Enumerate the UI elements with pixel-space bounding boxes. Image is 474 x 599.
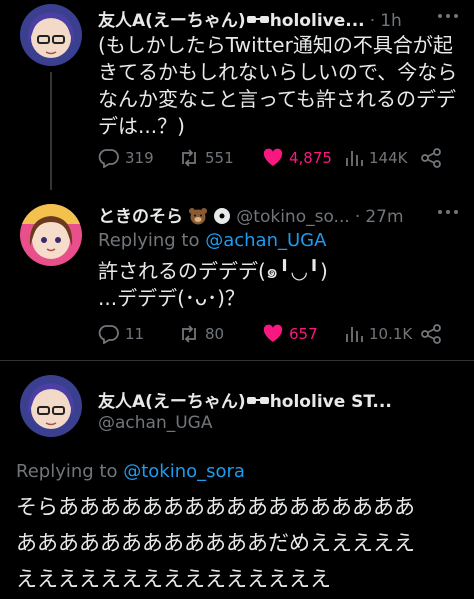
retweet-icon [182, 149, 196, 167]
views-icon [346, 327, 363, 342]
thread-line [50, 72, 52, 190]
tweet-1[interactable]: 友人A(えーちゃん) hololive... · 1h (もしかしたらTwitte… [0, 0, 474, 190]
disc-emoji [213, 207, 231, 229]
display-name[interactable]: 友人A(えーちゃん) [98, 11, 246, 31]
tweet-header: 友人A(えーちゃん) hololive... · 1h [98, 11, 402, 31]
retweet-count: 80 [205, 325, 225, 343]
heart-icon [263, 324, 283, 342]
more-options-icon[interactable] [436, 6, 460, 30]
heart-icon [263, 148, 283, 166]
share-button[interactable] [420, 324, 442, 344]
avatar-achan-1[interactable] [20, 4, 82, 66]
reply-icon [98, 149, 119, 168]
reply-count: 11 [125, 325, 145, 343]
bear-emoji [188, 207, 208, 229]
handle-row: @achan_UGA [98, 413, 468, 433]
sunglasses-emoji [246, 393, 270, 412]
tweet-text: (もしかしたらTwitter通知の不具合が起 きてるかもしれないらしいので、今な… [98, 33, 458, 138]
views-count: 144K [369, 149, 408, 167]
handle[interactable]: @tokino_so... [236, 207, 349, 227]
tweet-3-focused[interactable]: 友人A(えーちゃん) hololive ST... @achan_UGA Repl… [0, 361, 474, 599]
reply-button[interactable]: 11 [98, 324, 144, 344]
tweet-text: 許されるのデデデ(๑╹◡╹) ...デデデ(･ᴗ･)？ [98, 259, 328, 310]
replying-to: Replying to @tokino_sora [16, 461, 245, 482]
tweet-2[interactable]: ときのそら @tokino_so... · 27m Replying to @a… [0, 190, 474, 360]
views-button[interactable]: 144K [344, 148, 407, 168]
tweet-header: ときのそら @tokino_so... · 27m [98, 207, 404, 229]
mention-link[interactable]: @achan_UGA [205, 230, 326, 251]
views-icon [346, 151, 363, 166]
avatar-tokino-sora[interactable] [20, 204, 82, 266]
timestamp[interactable]: 27m [365, 207, 403, 227]
share-button[interactable] [420, 148, 442, 168]
like-count: 657 [289, 325, 318, 343]
avatar-achan-2[interactable] [20, 375, 82, 437]
display-name-suffix[interactable]: hololive ST... [270, 392, 392, 412]
tweet-actions: 319 551 4,875 144K [98, 148, 468, 172]
retweet-count: 551 [205, 149, 234, 167]
display-name[interactable]: 友人A(えーちゃん) [98, 392, 246, 412]
replying-to: Replying to @achan_UGA [98, 230, 327, 251]
display-name[interactable]: ときのそら [98, 207, 183, 227]
share-icon [421, 324, 441, 344]
tweet-header: 友人A(えーちゃん) hololive ST... [98, 387, 468, 412]
share-icon [421, 148, 441, 168]
mention-link[interactable]: @tokino_sora [123, 461, 245, 482]
display-name-suffix[interactable]: hololive... [270, 11, 365, 31]
tweet-text: そらあああああああああああああああああ ああああああああああああだめえええええ … [16, 495, 415, 591]
like-count: 4,875 [289, 149, 332, 167]
like-button[interactable]: 657 [262, 324, 318, 344]
sunglasses-emoji [246, 12, 270, 31]
views-count: 10.1K [369, 325, 413, 343]
tweet-actions: 11 80 657 10.1K [98, 324, 468, 348]
retweet-icon [182, 325, 196, 343]
reply-button[interactable]: 319 [98, 148, 154, 168]
reply-icon [98, 325, 119, 344]
timestamp[interactable]: 1h [380, 11, 402, 31]
retweet-button[interactable]: 80 [178, 324, 224, 344]
handle[interactable]: @achan_UGA [98, 413, 212, 433]
reply-count: 319 [125, 149, 154, 167]
views-button[interactable]: 10.1K [344, 324, 412, 344]
like-button[interactable]: 4,875 [262, 148, 332, 168]
retweet-button[interactable]: 551 [178, 148, 234, 168]
more-options-icon[interactable] [436, 202, 460, 226]
